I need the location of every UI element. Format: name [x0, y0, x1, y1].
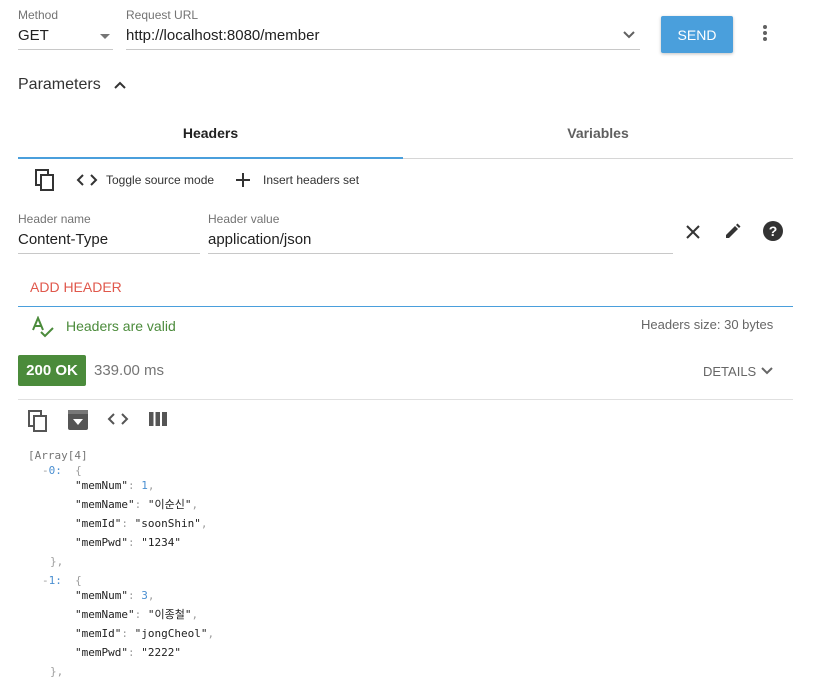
code-view-icon[interactable] [107, 412, 129, 426]
add-header-divider [18, 306, 793, 307]
json-viewer: [Array[4] -0: { "memNum": 1, "memName": … [28, 448, 788, 686]
spellcheck-icon [32, 316, 54, 338]
toggle-source-button[interactable]: Toggle source mode [76, 170, 214, 190]
header-name-label: Header name [18, 212, 91, 226]
header-value-input[interactable]: application/json [208, 226, 673, 254]
more-options-icon[interactable] [762, 25, 768, 43]
copy-response-icon[interactable] [27, 409, 49, 433]
url-input[interactable]: http://localhost:8080/member [126, 22, 640, 50]
json-close-brace: }, [50, 665, 64, 678]
toggle-source-label: Toggle source mode [106, 173, 215, 187]
header-name-input[interactable]: Content-Type [18, 226, 200, 254]
json-close-brace: }, [50, 555, 64, 568]
save-icon[interactable] [67, 409, 89, 431]
json-field: "memName": "이종철", [75, 608, 199, 621]
add-header-button[interactable]: ADD HEADER [30, 279, 122, 295]
headers-valid-text: Headers are valid [66, 318, 176, 334]
header-value-value: application/json [208, 231, 312, 248]
code-icon [76, 174, 98, 186]
insert-headers-button[interactable]: Insert headers set [234, 170, 359, 190]
edit-icon[interactable] [723, 221, 743, 241]
close-icon[interactable] [684, 223, 702, 241]
insert-headers-label: Insert headers set [263, 173, 360, 187]
tab-headers[interactable]: Headers [18, 108, 403, 158]
tab-indicator [18, 157, 403, 159]
response-time: 339.00 ms [94, 362, 165, 379]
header-name-value: Content-Type [18, 231, 109, 248]
url-label: Request URL [126, 8, 199, 22]
json-field: "memPwd": "2222" [75, 646, 181, 659]
json-field: "memPwd": "1234" [75, 536, 181, 549]
status-badge: 200 OK [18, 355, 86, 386]
method-label: Method [18, 8, 59, 22]
headers-size-text: Headers size: 30 bytes [641, 317, 774, 332]
method-select[interactable]: GET [18, 22, 113, 50]
help-icon[interactable]: ? [762, 220, 784, 242]
parameters-title: Parameters [18, 76, 101, 93]
svg-text:?: ? [769, 223, 778, 239]
json-item-header[interactable]: -0: { [42, 463, 82, 478]
tab-variables[interactable]: Variables [403, 108, 793, 158]
chevron-up-icon[interactable] [113, 80, 127, 90]
json-field: "memId": "soonShin", [75, 517, 208, 530]
json-root-label: [Array[4] [28, 449, 88, 462]
json-field: "memNum": 3, [75, 589, 155, 602]
url-value: http://localhost:8080/member [126, 27, 320, 44]
response-divider [18, 399, 793, 400]
json-item-header[interactable]: -1: { [42, 573, 82, 588]
json-field: "memNum": 1, [75, 479, 155, 492]
method-value: GET [18, 27, 49, 44]
header-value-label: Header value [208, 212, 280, 226]
columns-icon[interactable] [149, 412, 167, 426]
plus-icon [236, 173, 250, 187]
details-button[interactable]: DETAILS [703, 362, 774, 380]
json-field: "memName": "이순신", [75, 498, 199, 511]
chevron-down-icon[interactable] [622, 30, 636, 40]
caret-down-icon [100, 34, 110, 39]
chevron-down-icon [761, 367, 773, 375]
send-button[interactable]: SEND [661, 16, 733, 53]
copy-icon[interactable] [34, 168, 56, 192]
details-label: DETAILS [703, 363, 757, 379]
json-field: "memId": "jongCheol", [75, 627, 215, 640]
